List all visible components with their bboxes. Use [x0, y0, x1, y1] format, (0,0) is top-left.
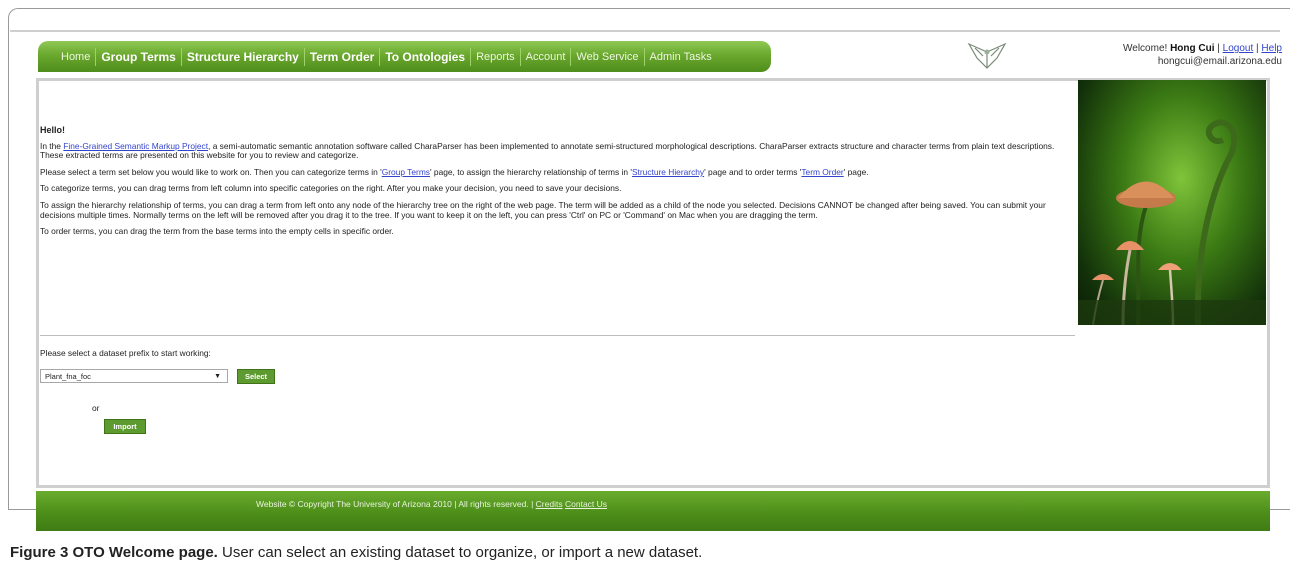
- figure-caption: Figure 3 OTO Welcome page. User can sele…: [10, 544, 702, 561]
- mushroom-image: [1078, 80, 1266, 325]
- main-nav: Home Group Terms Structure Hierarchy Ter…: [38, 41, 771, 72]
- section-divider: [40, 335, 1075, 336]
- nav-group-terms[interactable]: Group Terms: [95, 47, 180, 66]
- intro-paragraph-2: Please select a term set below you would…: [40, 166, 869, 177]
- top-rule: [10, 30, 1280, 32]
- structure-hierarchy-link[interactable]: Structure Hierarchy: [632, 167, 704, 177]
- nav-admin-tasks[interactable]: Admin Tasks: [643, 47, 717, 66]
- nav-term-order[interactable]: Term Order: [303, 47, 379, 66]
- caption-label: Figure 3 OTO Welcome page.: [10, 544, 218, 561]
- caption-text: User can select an existing dataset to o…: [217, 544, 703, 561]
- or-label: or: [92, 403, 100, 413]
- import-button[interactable]: Import: [104, 419, 146, 434]
- intro-paragraph-3: To categorize terms, you can drag terms …: [40, 183, 622, 194]
- nav-structure-hierarchy[interactable]: Structure Hierarchy: [180, 47, 304, 66]
- oto-logo-icon: [967, 42, 1007, 69]
- help-link[interactable]: Help: [1261, 43, 1282, 54]
- intro-paragraph-5: To order terms, you can drag the term fr…: [40, 226, 394, 237]
- intro-paragraph-4: To assign the hierarchy relationship of …: [40, 199, 1046, 220]
- user-info: Welcome! Hong Cui | Logout | Help hongcu…: [1123, 43, 1282, 67]
- dataset-select-value: Plant_fna_foc: [45, 372, 91, 381]
- nav-web-service[interactable]: Web Service: [570, 47, 643, 66]
- logout-link[interactable]: Logout: [1223, 43, 1254, 54]
- intro-paragraph-1: In the Fine-Grained Semantic Markup Proj…: [40, 140, 1055, 161]
- dataset-select[interactable]: Plant_fna_foc ▼: [40, 369, 228, 383]
- intro-text: Hello! In the Fine-Grained Semantic Mark…: [40, 125, 1070, 244]
- welcome-text: Welcome!: [1123, 43, 1168, 54]
- copyright-text: Website © Copyright The University of Ar…: [256, 499, 534, 509]
- dataset-prompt: Please select a dataset prefix to start …: [40, 348, 211, 358]
- term-order-link[interactable]: Term Order: [801, 167, 843, 177]
- nav-reports[interactable]: Reports: [470, 47, 520, 66]
- nav-to-ontologies[interactable]: To Ontologies: [379, 47, 470, 66]
- project-link[interactable]: Fine-Grained Semantic Markup Project: [63, 141, 208, 151]
- user-name: Hong Cui: [1170, 43, 1215, 54]
- nav-account[interactable]: Account: [519, 47, 571, 66]
- footer-text: Website © Copyright The University of Ar…: [256, 499, 607, 509]
- chevron-down-icon: ▼: [214, 373, 221, 380]
- group-terms-link[interactable]: Group Terms: [382, 167, 430, 177]
- select-button[interactable]: Select: [237, 369, 275, 384]
- nav-home[interactable]: Home: [56, 48, 95, 66]
- footer: Website © Copyright The University of Ar…: [36, 491, 1270, 531]
- hello-heading: Hello!: [40, 125, 66, 135]
- credits-link[interactable]: Credits: [536, 499, 563, 509]
- user-email: hongcui@email.arizona.edu: [1157, 56, 1282, 67]
- contact-link[interactable]: Contact Us: [565, 499, 607, 509]
